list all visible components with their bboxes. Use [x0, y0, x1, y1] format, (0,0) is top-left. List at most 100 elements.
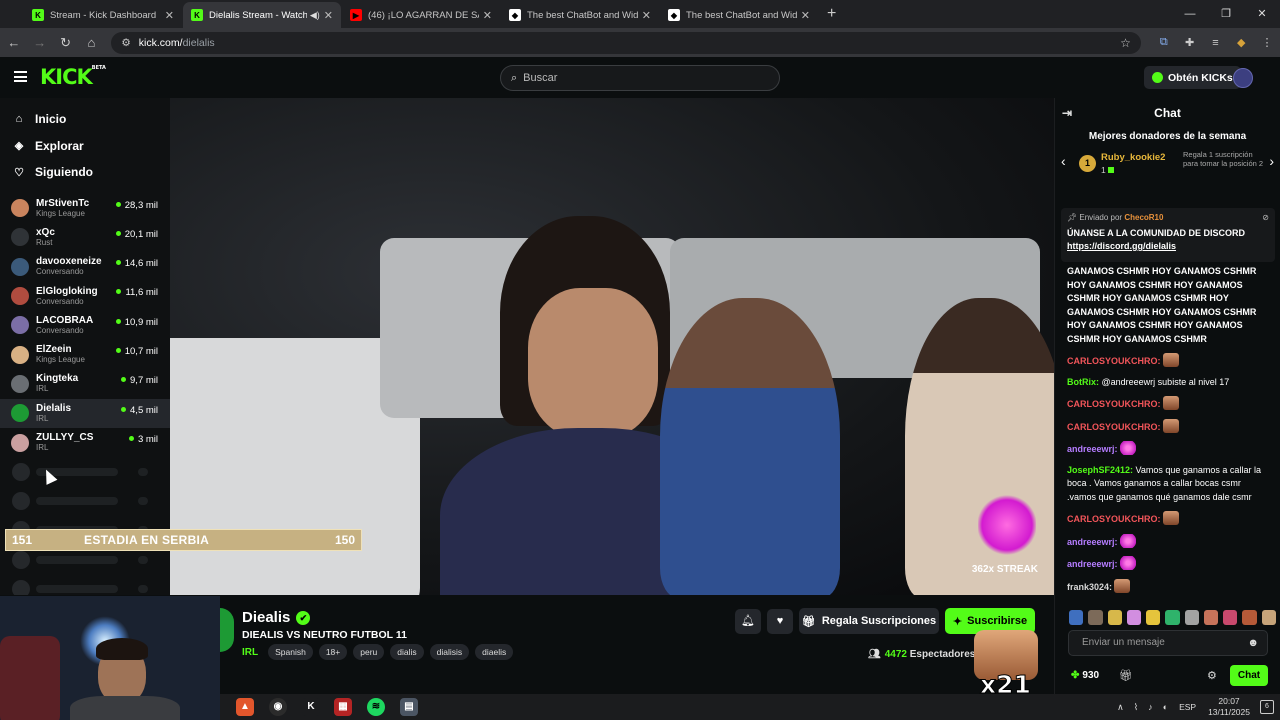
emote-3[interactable]: [1107, 609, 1122, 625]
emote-6[interactable]: [1165, 609, 1180, 625]
channel-points[interactable]: ✤ 930: [1071, 670, 1099, 681]
obs-icon[interactable]: ◉: [269, 698, 287, 716]
tray-chevron-icon[interactable]: ∧: [1117, 702, 1124, 713]
stream-tag[interactable]: Spanish: [268, 644, 313, 660]
sidebar-channel[interactable]: Dielalis IRL 4,5 mil: [0, 398, 170, 428]
donor-name[interactable]: Ruby_kookie2: [1101, 152, 1165, 163]
stream-tag[interactable]: dialisis: [429, 644, 470, 660]
notification-bell-button[interactable]: 🔔︎: [735, 609, 761, 634]
chat-username[interactable]: CARLOSYOUKCHRO:: [1067, 422, 1161, 432]
language-label[interactable]: ESP: [1179, 702, 1196, 712]
tray-app-icon[interactable]: ◐: [1163, 702, 1168, 712]
sidebar-channel[interactable]: MrStivenTc Kings League 28,3 mil: [0, 194, 170, 223]
wifi-icon[interactable]: ⌇: [1134, 702, 1138, 713]
collapse-chat-icon[interactable]: ⇥: [1062, 106, 1072, 120]
video-player[interactable]: 362x STREAK: [170, 98, 1054, 595]
sidebar-channel[interactable]: ElGlogloking Conversando 11,6 mil: [0, 281, 170, 310]
next-donor-icon[interactable]: ›: [1269, 153, 1274, 169]
new-tab-button[interactable]: +: [819, 2, 844, 28]
category-link[interactable]: IRL: [242, 647, 258, 658]
stream-tag[interactable]: 18+: [318, 644, 348, 660]
pinned-link[interactable]: https://discord.gg/dielalis: [1067, 241, 1176, 251]
extensions-icon[interactable]: ✚: [1177, 36, 1203, 49]
reload-icon[interactable]: ↻: [54, 35, 78, 51]
sidebar-nav-explorar[interactable]: ◈ Explorar: [0, 133, 170, 160]
user-avatar[interactable]: [1233, 68, 1253, 88]
emote-11[interactable]: [1261, 609, 1276, 625]
search-input[interactable]: ⌕ Buscar: [500, 65, 780, 91]
browser-tab[interactable]: ▶ (46) ¡LO AGARRAN DE SAN ✕: [342, 2, 500, 28]
app-red-icon[interactable]: ▦: [334, 698, 352, 716]
chat-username[interactable]: andreeewrj:: [1067, 537, 1118, 547]
emote-8[interactable]: [1203, 609, 1219, 625]
spotify-icon[interactable]: ≋: [367, 698, 385, 716]
chat-username[interactable]: JosephSF2412:: [1067, 465, 1133, 475]
chat-message-input[interactable]: Enviar un mensaje ☻: [1068, 630, 1268, 656]
sidebar-channel[interactable]: davooxeneize Conversando 14,6 mil: [0, 252, 170, 281]
close-window-icon[interactable]: ✕: [1244, 0, 1280, 28]
prev-donor-icon[interactable]: ‹: [1061, 153, 1066, 169]
chat-username[interactable]: andreeewrj:: [1067, 559, 1118, 569]
chat-username[interactable]: BotRix:: [1067, 377, 1099, 387]
chat-username[interactable]: andreeewrj:: [1067, 444, 1118, 454]
tab-close-icon[interactable]: ✕: [165, 9, 174, 22]
tab-close-icon[interactable]: ✕: [483, 9, 492, 22]
home-browser-icon[interactable]: ⌂: [80, 35, 104, 50]
stream-tag[interactable]: dialis: [390, 644, 424, 660]
emote-4[interactable]: [1126, 609, 1142, 625]
send-chat-button[interactable]: Chat: [1230, 665, 1268, 686]
sidebar-channel[interactable]: Kingteka IRL 9,7 mil: [0, 369, 170, 398]
translate-icon[interactable]: ⧉: [1151, 36, 1177, 49]
sidebar-channel[interactable]: ElZeein Kings League 10,7 mil: [0, 340, 170, 369]
volume-icon[interactable]: ♪: [1148, 702, 1153, 712]
chat-username[interactable]: frank3024:: [1067, 582, 1112, 592]
stream-tag[interactable]: diaelis: [475, 644, 514, 660]
sidebar-channel[interactable]: xQc Rust 20,1 mil: [0, 223, 170, 252]
menu-hamburger-icon[interactable]: [14, 71, 27, 82]
browser-tab[interactable]: ◆ The best ChatBot and Widgets ✕: [660, 2, 818, 28]
chat-username[interactable]: CARLOSYOUKCHRO:: [1067, 356, 1161, 366]
browser-tab[interactable]: K Stream - Kick Dashboard ✕: [24, 2, 182, 28]
chat-settings-icon[interactable]: ⚙: [1207, 669, 1217, 682]
notifications-icon[interactable]: 6: [1260, 700, 1274, 714]
calculator-icon[interactable]: ▤: [400, 698, 418, 716]
menu-icon[interactable]: ⋮: [1254, 36, 1280, 49]
chat-username[interactable]: CARLOSYOUKCHRO:: [1067, 399, 1161, 409]
sidebar-nav-siguiendo[interactable]: ♡ Siguiendo: [0, 159, 170, 186]
emote-2[interactable]: [1088, 609, 1103, 625]
follow-heart-button[interactable]: ♥: [767, 609, 793, 634]
site-info-icon[interactable]: ⚙: [121, 37, 130, 49]
kick-app-icon[interactable]: K: [302, 698, 320, 716]
emote-7[interactable]: [1184, 609, 1199, 625]
browser-tab[interactable]: K Dielalis Stream - Watch Live◀) ✕: [183, 2, 341, 28]
get-kicks-button[interactable]: Obtén KICKs: [1144, 66, 1241, 89]
chat-username[interactable]: CARLOSYOUKCHRO:: [1067, 514, 1161, 524]
tab-close-icon[interactable]: ✕: [801, 9, 810, 22]
emote-9[interactable]: [1223, 609, 1238, 625]
chat-gift-icon[interactable]: 🎁︎: [1119, 669, 1133, 682]
sidebar-channel[interactable]: LACOBRAA Conversando 10,9 mil: [0, 311, 170, 340]
extension-badge-icon[interactable]: ◆: [1228, 36, 1254, 49]
tab-close-icon[interactable]: ✕: [642, 9, 651, 22]
emote-10[interactable]: [1242, 609, 1257, 625]
tab-audio-icon[interactable]: ◀): [310, 10, 320, 21]
minimize-icon[interactable]: —: [1172, 0, 1208, 28]
sidebar-nav-inicio[interactable]: ⌂ Inicio: [0, 106, 170, 133]
restore-icon[interactable]: ❐: [1208, 0, 1244, 28]
streamer-name[interactable]: Diealis ✔: [242, 609, 311, 626]
bookmark-star-icon[interactable]: ☆: [1120, 36, 1131, 50]
emoji-picker-icon[interactable]: ☻: [1247, 631, 1259, 655]
kick-logo[interactable]: KICKBETA: [40, 65, 106, 89]
forward-icon[interactable]: →: [28, 35, 52, 50]
back-icon[interactable]: ←: [2, 35, 26, 50]
gift-subs-button[interactable]: 🎁︎ Regala Suscripciones: [799, 608, 939, 634]
streamer-avatar[interactable]: [220, 608, 234, 652]
pinned-message[interactable]: 📌︎ Enviado por ChecoR10 ⊘ ÚNANSE A LA COM…: [1061, 208, 1275, 262]
emote-5[interactable]: [1146, 609, 1161, 625]
tab-close-icon[interactable]: ✕: [324, 9, 333, 22]
sidebar-channel[interactable]: ZULLYY_CS IRL 3 mil: [0, 428, 170, 457]
browser-tab[interactable]: ◆ The best ChatBot and Widgets ✕: [501, 2, 659, 28]
unpin-icon[interactable]: ⊘: [1262, 213, 1269, 222]
brave-icon[interactable]: ▲: [236, 698, 254, 716]
stream-tag[interactable]: peru: [353, 644, 385, 660]
